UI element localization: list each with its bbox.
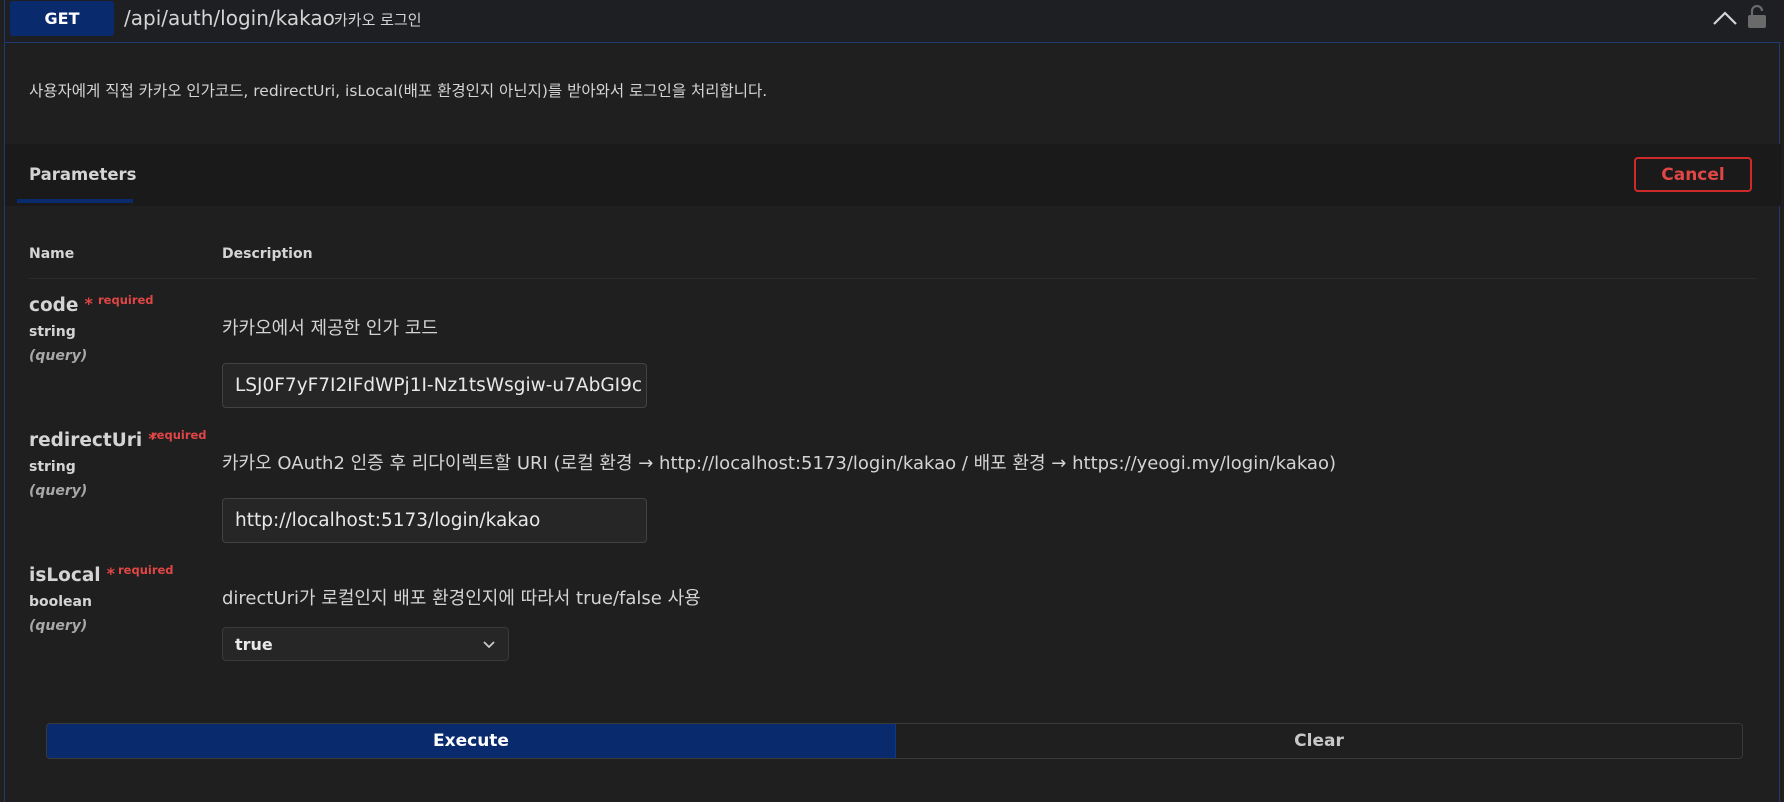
param-name-code: code * (29, 294, 93, 316)
param-type: string (29, 459, 76, 475)
clear-button[interactable]: Clear (896, 724, 1742, 758)
lock-icon[interactable] (1747, 5, 1767, 29)
param-location: (query) (29, 618, 88, 634)
param-type: boolean (29, 594, 92, 610)
code-input[interactable]: LSJ0F7yF7I2IFdWPj1I-Nz1tsWsgiw-u7AbGI9c (222, 363, 647, 408)
param-name-label: redirectUri (29, 430, 143, 451)
parameters-header: Parameters Cancel (5, 144, 1781, 206)
required-label: required (151, 428, 207, 442)
operation-description: 사용자에게 직접 카카오 인가코드, redirectUri, isLocal(… (29, 82, 768, 100)
required-asterisk: * (106, 564, 116, 583)
required-label: required (118, 563, 174, 577)
column-header-name: Name (29, 246, 75, 262)
endpoint-path: /api/auth/login/kakao (124, 6, 335, 30)
action-buttons: Execute Clear (46, 723, 1743, 759)
http-method-badge: GET (10, 1, 114, 36)
table-header-divider (29, 278, 1757, 279)
param-name-redirecturi: redirectUri * (29, 429, 157, 451)
islocal-select[interactable]: true (222, 627, 509, 661)
endpoint-summary: 카카오 로그인 (334, 11, 422, 29)
param-description: 카카오 OAuth2 인증 후 리다이렉트할 URI (로컬 환경 → http… (222, 453, 1336, 474)
param-location: (query) (29, 483, 88, 499)
operation-block: GET /api/auth/login/kakao 카카오 로그인 사용자에게 … (4, 0, 1781, 802)
param-name-label: code (29, 295, 79, 316)
chevron-up-icon[interactable] (1712, 8, 1738, 28)
param-description: directUri가 로컬인지 배포 환경인지에 따라서 true/false … (222, 588, 701, 609)
cancel-button[interactable]: Cancel (1634, 157, 1752, 192)
select-value: true (235, 634, 273, 654)
param-type: string (29, 324, 76, 340)
required-label: required (98, 293, 154, 307)
redirecturi-input[interactable]: http://localhost:5173/login/kakao (222, 498, 647, 543)
tab-parameters[interactable]: Parameters (29, 165, 136, 184)
param-name-label: isLocal (29, 565, 101, 586)
required-asterisk: * (84, 294, 93, 313)
chevron-down-icon (483, 641, 495, 649)
param-name-islocal: isLocal * (29, 564, 115, 586)
column-header-description: Description (222, 246, 313, 262)
param-location: (query) (29, 348, 88, 364)
tab-active-indicator (17, 199, 133, 203)
execute-button[interactable]: Execute (47, 724, 896, 758)
operation-summary[interactable]: GET /api/auth/login/kakao 카카오 로그인 (5, 0, 1781, 43)
param-description: 카카오에서 제공한 인가 코드 (222, 318, 438, 339)
